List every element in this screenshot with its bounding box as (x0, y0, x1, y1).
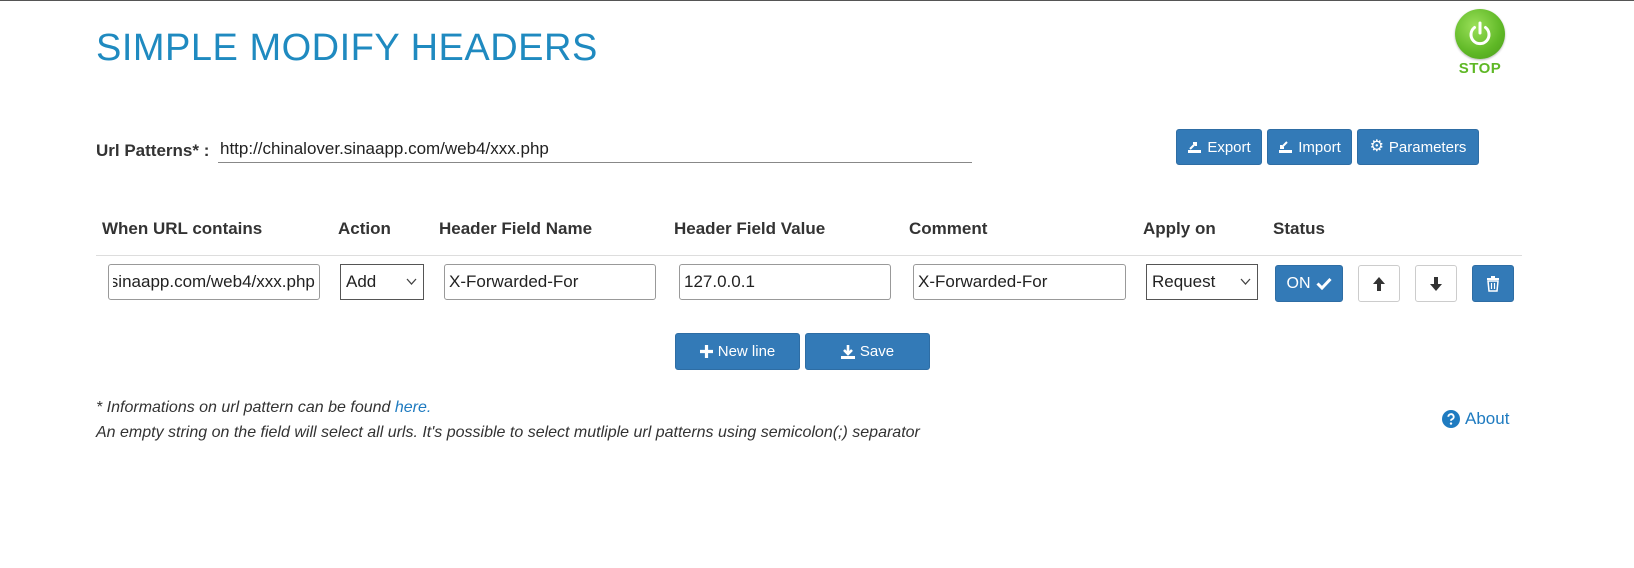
save-label: Save (859, 343, 895, 360)
stop-label[interactable]: STOP (1454, 60, 1506, 77)
question-circle-icon (1442, 410, 1460, 428)
trash-icon (1487, 275, 1499, 292)
delete-row-button[interactable] (1472, 265, 1514, 302)
note-line1-text: * Informations on url pattern can be fou… (96, 399, 395, 416)
status-label: ON (1286, 274, 1311, 292)
status-toggle-button[interactable]: ON (1275, 265, 1343, 302)
about-label: About (1465, 409, 1510, 428)
column-header-apply-on: Apply on (1143, 219, 1216, 238)
arrow-up-icon (1373, 276, 1385, 291)
chevron-down-icon (1240, 278, 1251, 285)
about-link[interactable]: About (1442, 409, 1509, 429)
comment-input[interactable] (913, 264, 1126, 300)
here-link[interactable]: here. (395, 399, 431, 416)
import-icon (1279, 141, 1293, 153)
header-divider (96, 255, 1522, 256)
gear-icon: ⚙ (1369, 138, 1384, 155)
column-header-comment: Comment (909, 219, 988, 238)
download-icon (840, 344, 855, 359)
url-contains-input[interactable] (108, 264, 320, 300)
export-label: Export (1207, 138, 1251, 156)
move-up-button[interactable] (1358, 265, 1400, 302)
export-button[interactable]: Export (1176, 129, 1262, 165)
empty-string-note: An empty string on the field will select… (96, 424, 920, 441)
new-line-label: New line (717, 343, 776, 360)
url-pattern-note: * Informations on url pattern can be fou… (96, 399, 431, 417)
column-header-name: Header Field Name (439, 219, 593, 238)
arrow-down-icon (1430, 276, 1442, 291)
header-name-input[interactable] (444, 264, 656, 300)
parameters-label: Parameters (1388, 138, 1467, 156)
move-down-button[interactable] (1415, 265, 1457, 302)
column-header-status: Status (1273, 219, 1325, 238)
header-value-input[interactable] (679, 264, 891, 300)
apply-on-select[interactable]: Request (1146, 264, 1258, 300)
column-header-url: When URL contains (102, 219, 263, 238)
import-label: Import (1298, 138, 1341, 156)
plus-icon (699, 345, 713, 358)
import-button[interactable]: Import (1267, 129, 1352, 165)
export-icon (1188, 142, 1202, 153)
stop-control[interactable]: STOP (1454, 9, 1506, 77)
chevron-down-icon (406, 278, 417, 285)
parameters-button[interactable]: ⚙ Parameters (1357, 129, 1479, 165)
new-line-button[interactable]: New line (675, 333, 800, 370)
check-icon (1315, 277, 1332, 290)
save-button[interactable]: Save (805, 333, 930, 370)
url-patterns-label: Url Patterns* : (96, 141, 210, 160)
power-icon[interactable] (1455, 9, 1505, 59)
column-header-action: Action (338, 219, 391, 238)
apply-on-select-value: Request (1152, 272, 1216, 291)
action-select[interactable]: Add (340, 264, 424, 300)
action-select-value: Add (346, 272, 377, 291)
url-patterns-input[interactable] (218, 136, 972, 163)
page-title: SIMPLE MODIFY HEADERS (96, 27, 598, 69)
column-header-value: Header Field Value (674, 219, 826, 238)
